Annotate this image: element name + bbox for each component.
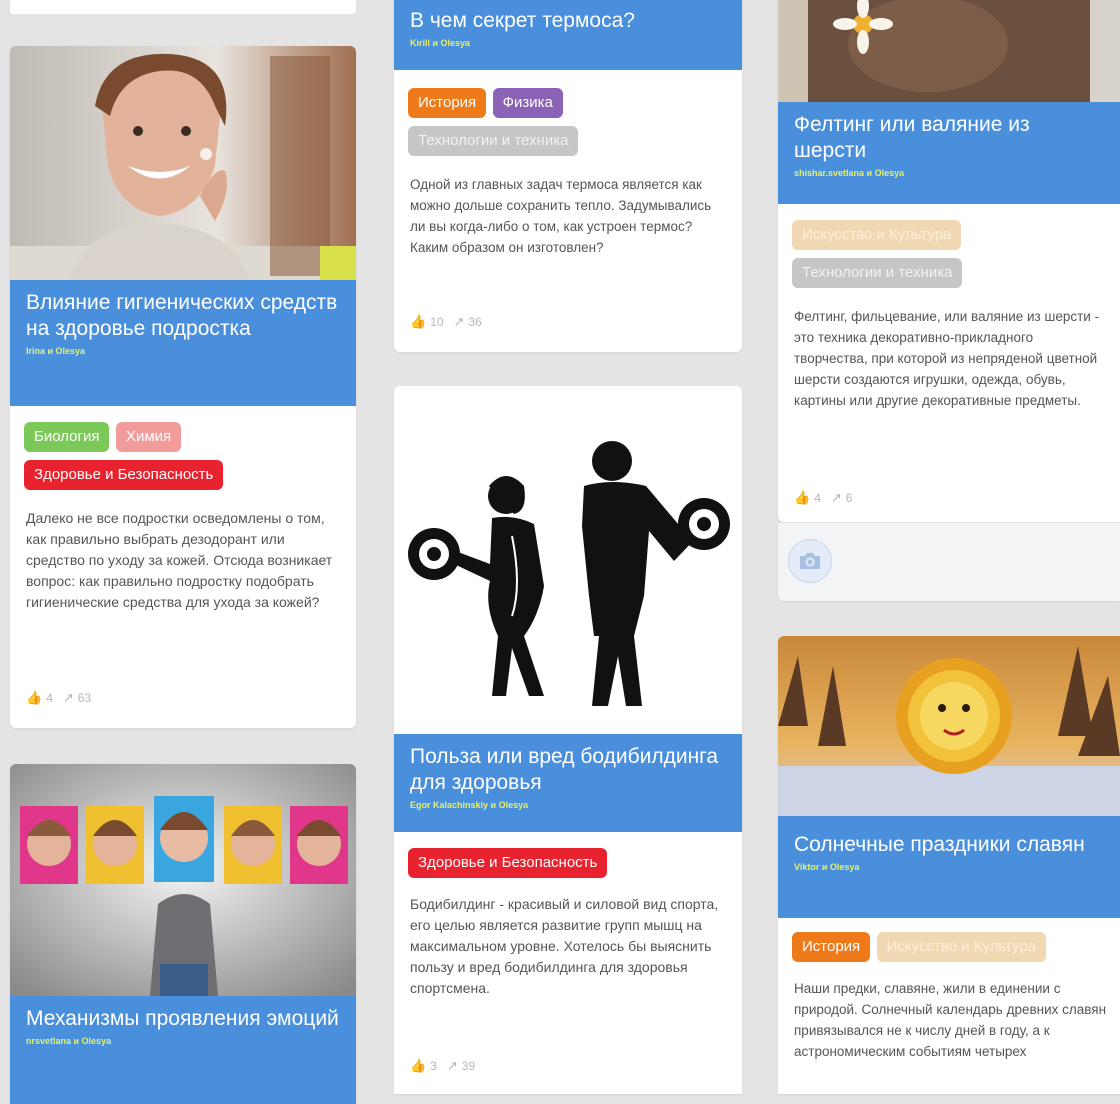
card-stats: 👍 4 ↗ 6 (794, 490, 852, 506)
card-authors[interactable]: Viktor и Olesya (794, 862, 1104, 872)
like-count: 4 (46, 691, 53, 705)
previous-card-bottom (10, 0, 356, 14)
card-title[interactable]: Влияние гигиенических средств на здоровь… (26, 290, 340, 342)
card-thermos[interactable]: В чем секрет термоса? Kirill и Olesya Ис… (394, 0, 742, 352)
camera-button[interactable] (788, 539, 832, 583)
card-bodybuilding[interactable]: Польза или вред бодибилдинга для здоровь… (394, 386, 742, 1094)
card-authors[interactable]: Irina и Olesya (26, 346, 340, 356)
tag-history[interactable]: История (792, 932, 871, 962)
card-authors[interactable]: shishar.svetlana и Olesya (794, 168, 1104, 178)
view-count: 36 (468, 315, 482, 329)
like-count: 4 (814, 491, 821, 505)
card-authors[interactable]: Kirill и Olesya (410, 38, 726, 48)
card-header: Солнечные праздники славян Viktor и Oles… (778, 816, 1120, 918)
card-header: Фелтинг или валяние из шерсти shishar.sv… (778, 102, 1120, 204)
tag-chemistry[interactable]: Химия (115, 422, 182, 452)
tag-list: Здоровье и Безопасность (408, 848, 732, 886)
card-header: Влияние гигиенических средств на здоровь… (10, 280, 356, 406)
card-stats: 👍 10 ↗ 36 (410, 314, 482, 330)
like-count: 10 (430, 315, 444, 329)
card-image-sun-painting (778, 636, 1120, 816)
tag-biology[interactable]: Биология (24, 422, 110, 452)
thumbs-up-icon[interactable]: 👍 (410, 314, 426, 330)
card-description: Одной из главных задач термоса является … (410, 177, 712, 255)
card-title[interactable]: Солнечные праздники славян (794, 832, 1104, 858)
tag-list: Искусство и Культура Технологии и техник… (792, 220, 1110, 296)
card-title[interactable]: Польза или вред бодибилдинга для здоровь… (410, 744, 726, 796)
view-count: 6 (845, 491, 853, 505)
card-header: Механизмы проявления эмоций nrsvetlana и… (10, 996, 356, 1104)
card-image-bodybuilders (394, 386, 742, 734)
card-description: Бодибилдинг - красивый и силовой вид спо… (410, 896, 719, 996)
thumbs-up-icon[interactable]: 👍 (26, 690, 42, 706)
like-count: 3 (430, 1059, 437, 1073)
tag-art-culture[interactable]: Искусство и Культура (792, 220, 962, 250)
card-emotions[interactable]: Механизмы проявления эмоций nrsvetlana и… (10, 764, 356, 1104)
card-stats: 👍 3 ↗ 39 (410, 1058, 475, 1074)
card-header: В чем секрет термоса? Kirill и Olesya (394, 0, 742, 70)
card-description: Наши предки, славяне, жили в единении с … (794, 981, 1107, 1059)
view-count: 63 (77, 691, 92, 705)
card-image-smiling-girl (10, 46, 356, 280)
card-image-emotion-faces (10, 764, 356, 996)
add-photo-panel (778, 522, 1120, 601)
tag-history[interactable]: История (408, 88, 487, 118)
tag-technology[interactable]: Технологии и техника (792, 258, 963, 288)
trend-icon: ↗ (62, 690, 74, 705)
card-hygiene[interactable]: Влияние гигиенических средств на здоровь… (10, 46, 356, 728)
tag-list: История Физика Технологии и техника (408, 88, 732, 164)
thumbs-up-icon[interactable]: 👍 (794, 490, 810, 506)
card-stats: 👍 4 ↗ 63 (26, 690, 91, 706)
view-count: 39 (461, 1059, 476, 1073)
card-header: Польза или вред бодибилдинга для здоровь… (394, 734, 742, 832)
trend-icon: ↗ (830, 490, 842, 505)
card-felting[interactable]: Фелтинг или валяние из шерсти shishar.sv… (778, 0, 1120, 522)
tag-technology[interactable]: Технологии и техника (408, 126, 579, 156)
tag-list: Биология Химия Здоровье и Безопасность (24, 422, 346, 498)
tag-list: История Искусство и Культура (792, 932, 1110, 970)
card-title[interactable]: В чем секрет термоса? (410, 8, 726, 34)
tag-health-safety[interactable]: Здоровье и Безопасность (24, 460, 224, 490)
card-title[interactable]: Фелтинг или валяние из шерсти (794, 112, 1104, 164)
card-description: Далеко не все подростки осведомлены о то… (26, 510, 333, 610)
card-title[interactable]: Механизмы проявления эмоций (26, 1006, 340, 1032)
camera-icon (800, 553, 820, 569)
trend-icon: ↗ (446, 1058, 458, 1073)
card-description: Фелтинг, фильцевание, или валяние из шер… (794, 309, 1100, 408)
card-image-felt-toy (778, 0, 1120, 102)
tag-art-culture[interactable]: Искусство и Культура (876, 932, 1047, 962)
tag-health-safety[interactable]: Здоровье и Безопасность (408, 848, 608, 878)
thumbs-up-icon[interactable]: 👍 (410, 1058, 426, 1074)
card-authors[interactable]: Egor Kalachinskiy и Olesya (410, 800, 726, 810)
tag-physics[interactable]: Физика (492, 88, 563, 118)
trend-icon: ↗ (453, 314, 465, 329)
card-authors[interactable]: nrsvetlana и Olesya (26, 1036, 340, 1046)
card-sun-holidays[interactable]: Солнечные праздники славян Viktor и Oles… (778, 636, 1120, 1094)
